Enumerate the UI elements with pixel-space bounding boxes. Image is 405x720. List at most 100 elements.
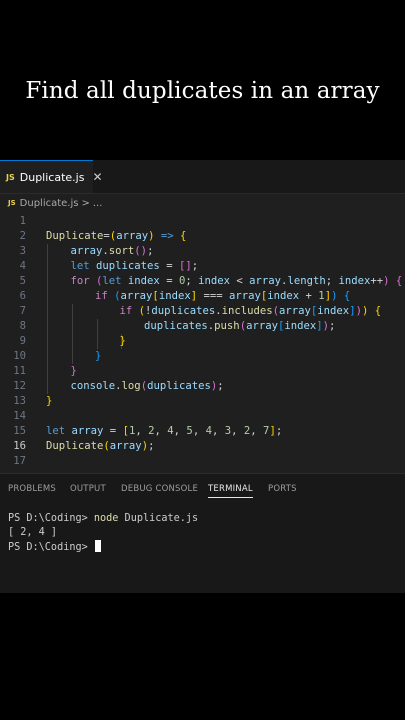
close-icon[interactable]: ✕ [92, 170, 102, 184]
code-token: ( [89, 275, 103, 287]
line-number: 3 [19, 245, 26, 257]
code-token: index [267, 290, 300, 302]
code-token: } [119, 335, 126, 347]
code-token: } [70, 365, 77, 377]
chevron-right-icon: > [81, 197, 90, 209]
code-token: array [116, 230, 149, 242]
bottom-panel: PROBLEMS OUTPUT DEBUG CONSOLE TERMINAL P… [0, 473, 405, 593]
code-text: duplicates.push(array[index]); [144, 319, 335, 334]
code-token: Duplicate [46, 440, 104, 452]
code-token: ++ [370, 275, 384, 287]
code-token: includes [221, 305, 273, 317]
code-line: 7 if (!duplicates.includes(array[index]))… [0, 304, 405, 319]
code-text: } [46, 394, 52, 409]
code-token: ( [132, 305, 146, 317]
code-token: array [228, 290, 261, 302]
code-text: } [71, 364, 77, 379]
code-line: 3 array.sort(); [0, 244, 405, 259]
code-token: index [338, 275, 371, 287]
tab-terminal[interactable]: TERMINAL [208, 484, 253, 498]
code-token: ; [217, 380, 224, 392]
line-number: 13 [13, 395, 26, 407]
line-number: 17 [13, 455, 26, 467]
code-line: 14 [0, 409, 405, 424]
code-area[interactable]: 1 2 Duplicate=(array) => {3 array.sort(); 4 l… [0, 214, 405, 469]
code-token: { [337, 290, 351, 302]
breadcrumb-more[interactable]: ... [93, 198, 103, 209]
code-token: , [154, 425, 168, 437]
code-line: 5 for (let index = 0; index < array.lengt… [0, 274, 405, 289]
code-token: , [192, 425, 206, 437]
code-token: [] [178, 260, 192, 272]
code-token: console [70, 380, 116, 392]
javascript-file-icon: JS [6, 172, 15, 182]
code-token: ( [107, 290, 121, 302]
breadcrumb-file[interactable]: Duplicate.js [20, 198, 79, 209]
terminal-prompt: PS D:\Coding> [8, 513, 94, 524]
code-line: 6 if (array[index] === array[index + 1]) … [0, 289, 405, 304]
code-token: if [95, 290, 108, 302]
code-token: { [173, 230, 187, 242]
tab-label: Duplicate.js [19, 170, 85, 184]
code-token: for [70, 275, 90, 287]
code-token: duplicates [89, 260, 160, 272]
code-line: 10} [0, 349, 405, 364]
code-token: < [230, 275, 250, 287]
code-token: array [246, 320, 278, 332]
line-number: 9 [19, 335, 26, 347]
code-token: ; [147, 245, 154, 257]
code-line: 11} [0, 364, 405, 379]
code-text: if (!duplicates.includes(array[index])) … [120, 304, 382, 319]
tab-debug-console[interactable]: DEBUG CONSOLE [121, 484, 198, 494]
code-token: ; [191, 260, 199, 272]
code-text: for (let index = 0; index < array.length… [71, 274, 403, 289]
tab-problems[interactable]: PROBLEMS [8, 484, 56, 494]
code-line: 9} [0, 334, 405, 349]
tab-output[interactable]: OUTPUT [70, 484, 106, 494]
breadcrumb: JS Duplicate.js > ... [8, 194, 102, 212]
line-number: 11 [13, 365, 26, 377]
code-token: , [211, 425, 225, 437]
code-editor-window: JS Duplicate.js ✕ JS Duplicate.js > ... … [0, 160, 405, 593]
code-token: } [46, 395, 53, 407]
line-number: 2 [19, 230, 26, 242]
code-token: if [119, 305, 133, 317]
code-text: array.sort(); [71, 244, 154, 259]
code-token: = [159, 275, 179, 287]
code-line: 4 let duplicates = []; [0, 259, 405, 274]
code-line: 1 [0, 214, 405, 229]
code-token: index [317, 305, 350, 317]
code-token: , [173, 425, 187, 437]
line-number: 10 [13, 350, 26, 362]
code-token: sort [108, 245, 135, 257]
tab-ports[interactable]: PORTS [268, 484, 297, 494]
code-token: , [135, 425, 149, 437]
terminal-args: Duplicate.js [118, 513, 199, 524]
line-number: 1 [19, 215, 26, 227]
code-token: array [120, 290, 153, 302]
line-number: 8 [19, 320, 26, 332]
code-token: let [102, 275, 122, 287]
code-token: duplicates [147, 380, 211, 392]
terminal-output[interactable]: PS D:\Coding> node Duplicate.js [ 2, 4 ]… [8, 512, 198, 554]
code-token: ; [325, 275, 339, 287]
code-token: ; [329, 320, 336, 332]
code-text: Duplicate(array); [46, 439, 154, 454]
javascript-file-icon: JS [8, 199, 16, 207]
code-line: 2 Duplicate=(array) => { [0, 229, 405, 244]
code-token: { [389, 275, 403, 287]
line-number: 4 [19, 260, 26, 272]
tab-duplicate-js[interactable]: JS Duplicate.js ✕ [0, 160, 103, 193]
code-line: 16 Duplicate(array); [0, 439, 405, 454]
code-token: === [197, 290, 229, 302]
code-line: 17 [0, 454, 405, 469]
code-token: let [70, 260, 90, 272]
code-token: array [279, 305, 311, 317]
code-line: 13} [0, 394, 405, 409]
line-number: 15 [13, 425, 26, 437]
code-text: if (array[index] === array[index + 1]) { [95, 289, 350, 304]
code-token: duplicates [151, 305, 216, 317]
line-number: 12 [13, 380, 26, 392]
code-token: let [46, 425, 66, 437]
line-number: 5 [19, 275, 26, 287]
